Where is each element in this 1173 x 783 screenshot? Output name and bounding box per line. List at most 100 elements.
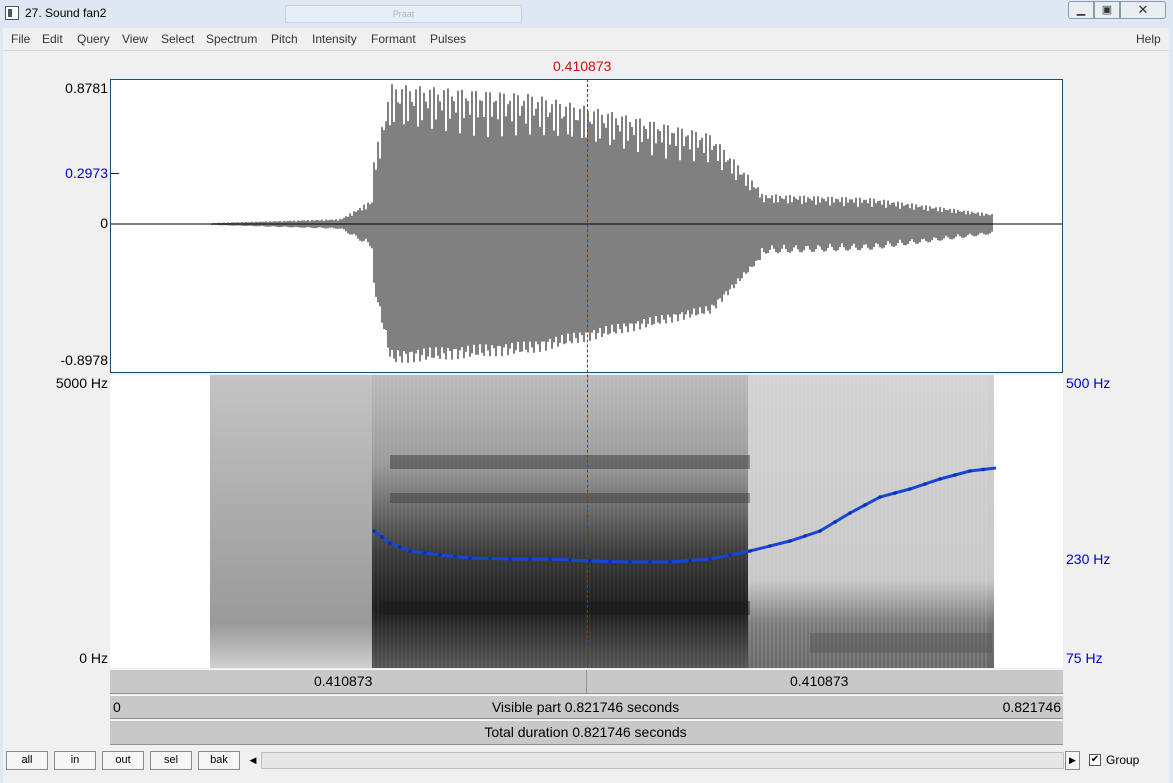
spectrogram-freq-top: 5000 Hz (55, 375, 108, 391)
minimize-icon: ▁ (1076, 4, 1086, 16)
menu-spectrum[interactable]: Spectrum (206, 32, 257, 46)
pitch-point (893, 491, 897, 495)
pitch-point (388, 541, 392, 545)
segment-right-duration: 0.410873 (790, 673, 849, 689)
visible-part-text: Visible part 0.821746 seconds (491, 699, 680, 715)
menu-help[interactable]: Help (1136, 32, 1161, 46)
spectrogram-segment-pre (210, 375, 372, 668)
segment-bar[interactable]: 0.410873 0.410873 (110, 669, 1063, 694)
pitch-point (863, 503, 867, 507)
pitch-point (508, 557, 512, 561)
minimize-button[interactable]: ▁ (1068, 1, 1094, 19)
pitch-point (833, 520, 837, 524)
menu-pitch[interactable]: Pitch (271, 32, 298, 46)
menu-bar: File Edit Query View Select Spectrum Pit… (3, 28, 1169, 51)
pitch-point (668, 560, 672, 564)
pitch-point (372, 529, 376, 533)
pitch-point (748, 549, 752, 553)
window-frame-left (0, 28, 3, 783)
scroll-left-icon: ◀ (249, 755, 257, 765)
visible-part-bar[interactable]: 0 Visible part 0.821746 seconds 0.821746 (110, 695, 1063, 719)
pitch-point (708, 557, 712, 561)
zoom-out-button[interactable]: out (102, 751, 144, 770)
background-window-tab: Praat (285, 5, 522, 23)
total-duration-text: Total duration 0.821746 seconds (484, 724, 687, 740)
pitch-point (908, 487, 912, 491)
scroll-right-button[interactable]: ▶ (1065, 751, 1080, 770)
pitch-axis-top: 500 Hz (1066, 375, 1111, 391)
zoom-selection-button[interactable]: sel (150, 751, 192, 770)
waveform-cursor-value: 0.2973 (65, 165, 108, 181)
pitch-point (398, 545, 402, 549)
pitch-point (548, 557, 552, 561)
segment-left-duration: 0.410873 (314, 673, 373, 689)
zoom-back-button[interactable]: bak (198, 751, 240, 770)
waveform-max-label: 0.8781 (65, 80, 108, 96)
spectrogram-segment-vowel (372, 375, 748, 668)
menu-pulses[interactable]: Pulses (430, 32, 466, 46)
visible-end-time: 0.821746 (1002, 699, 1061, 715)
menu-query[interactable]: Query (77, 32, 110, 46)
time-scrollbar[interactable] (261, 752, 1064, 769)
formant-band (810, 633, 992, 653)
group-checkbox[interactable]: ✔ (1089, 754, 1101, 766)
pitch-point (878, 495, 882, 499)
formant-band (390, 455, 750, 469)
pitch-point (768, 544, 772, 548)
pitch-point (380, 535, 384, 539)
total-duration-bar[interactable]: Total duration 0.821746 seconds (110, 720, 1063, 745)
window-frame-right (1169, 28, 1173, 783)
pitch-point (608, 559, 612, 564)
pitch-point (528, 557, 532, 561)
pitch-point (408, 549, 412, 553)
scroll-right-icon: ▶ (1069, 755, 1076, 765)
scroll-left-button[interactable]: ◀ (247, 753, 259, 768)
formant-band (390, 493, 750, 503)
pitch-axis-cursor: 230 Hz (1066, 551, 1111, 567)
pitch-point (488, 556, 492, 561)
menu-intensity[interactable]: Intensity (312, 32, 357, 46)
pitch-point (803, 534, 807, 538)
pitch-point (628, 560, 632, 564)
pitch-point (648, 560, 652, 564)
pitch-point (981, 467, 985, 472)
pitch-point (453, 554, 457, 559)
formant-band (380, 601, 750, 615)
menu-view[interactable]: View (122, 32, 148, 46)
app-icon (5, 6, 19, 20)
spectrogram-segment-nasal (748, 375, 994, 668)
pitch-point (438, 553, 442, 557)
pitch-point (423, 551, 427, 555)
pitch-point (788, 539, 792, 543)
menu-formant[interactable]: Formant (371, 32, 416, 46)
menu-edit[interactable]: Edit (42, 32, 63, 46)
zoom-all-button[interactable]: all (6, 751, 48, 770)
spectrogram-freq-bottom: 0 Hz (79, 650, 108, 666)
menu-select[interactable]: Select (161, 32, 194, 46)
segment-divider (586, 670, 587, 693)
checkmark-icon: ✔ (1090, 754, 1100, 765)
title-bar: 27. Sound fan2 Praat ▁ ▣ ✕ (0, 0, 1173, 29)
pitch-point (938, 477, 942, 481)
menu-file[interactable]: File (11, 32, 30, 46)
cursor-time-label: 0.410873 (553, 58, 612, 74)
group-label: Group (1106, 753, 1140, 767)
time-cursor[interactable] (587, 79, 588, 668)
pitch-point (688, 558, 692, 563)
maximize-icon: ▣ (1101, 4, 1113, 16)
waveform-min-label: -0.8978 (60, 352, 108, 368)
close-button[interactable]: ✕ (1120, 1, 1166, 19)
pitch-point (468, 556, 472, 560)
maximize-button[interactable]: ▣ (1094, 1, 1120, 19)
pitch-point (588, 559, 592, 563)
zoom-in-button[interactable]: in (54, 751, 96, 770)
pitch-point (568, 558, 572, 562)
waveform-trace (211, 84, 993, 363)
pitch-point (923, 482, 927, 486)
pitch-axis-bottom: 75 Hz (1066, 650, 1103, 666)
pitch-point (968, 469, 972, 473)
pitch-point (728, 553, 732, 557)
close-icon: ✕ (1137, 2, 1149, 17)
pitch-point (953, 473, 957, 477)
pitch-point (848, 511, 852, 515)
